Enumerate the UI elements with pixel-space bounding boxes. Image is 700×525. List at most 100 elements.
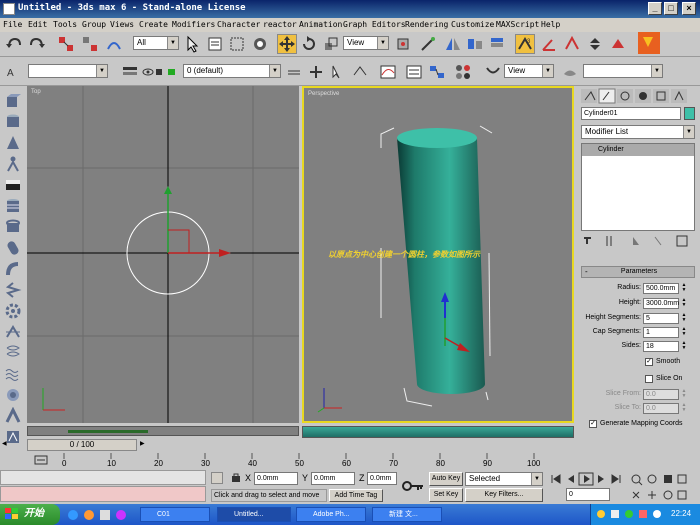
- cylinder-tool-icon[interactable]: [4, 113, 22, 131]
- select-and-scale-icon[interactable]: [321, 34, 341, 54]
- cone-tool-icon[interactable]: [4, 134, 22, 152]
- task-untitled[interactable]: Untitled...: [217, 507, 291, 522]
- plane-tool-icon[interactable]: [4, 176, 22, 194]
- parameters-rollout-header[interactable]: - Parameters: [581, 266, 695, 278]
- current-frame-field[interactable]: 0: [566, 488, 610, 501]
- stack-item-cylinder[interactable]: Cylinder: [582, 144, 694, 156]
- menu-character[interactable]: Character: [217, 20, 260, 29]
- menu-file[interactable]: File: [3, 20, 22, 29]
- menu-graph-editors[interactable]: Graph Editors: [343, 20, 406, 29]
- cap-segments-field[interactable]: 1: [643, 327, 679, 338]
- object-color-swatch[interactable]: [684, 107, 695, 120]
- slice-to-field[interactable]: 0.0: [643, 403, 679, 414]
- close-button[interactable]: ×: [682, 2, 696, 15]
- auto-key-button[interactable]: Auto Key: [429, 472, 463, 486]
- render-type-dropdown[interactable]: ▼: [583, 64, 663, 78]
- selection-lock-icon[interactable]: [211, 472, 223, 484]
- slice-to-spinner[interactable]: ▲ ▼: [681, 403, 687, 414]
- select-and-rotate-icon[interactable]: [299, 34, 319, 54]
- reference-coordinate-dropdown[interactable]: View ▼: [343, 36, 389, 50]
- capsule-tool-icon[interactable]: [4, 239, 22, 257]
- select-object-icon[interactable]: [183, 34, 203, 54]
- snaps-toggle-icon[interactable]: 3: [515, 34, 535, 54]
- key-selection-dropdown[interactable]: Selected ▼: [465, 472, 543, 486]
- sweep-tool-icon[interactable]: [4, 406, 22, 425]
- new-layer-icon[interactable]: [284, 62, 304, 82]
- lathe-tool-icon[interactable]: [4, 323, 22, 341]
- absolute-mode-icon[interactable]: [230, 472, 242, 484]
- percent-snap-icon[interactable]: [562, 34, 582, 54]
- maximize-button[interactable]: □: [664, 2, 678, 15]
- menu-customize[interactable]: Customize: [451, 20, 494, 29]
- unlink-icon[interactable]: [80, 34, 100, 54]
- cap-segments-spinner[interactable]: ▲ ▼: [681, 327, 687, 338]
- select-and-move-icon[interactable]: [277, 34, 297, 54]
- menu-maxscript[interactable]: MAXScript: [496, 20, 539, 29]
- key-icon[interactable]: [402, 480, 424, 492]
- window-crossing-icon[interactable]: [250, 34, 270, 54]
- height-field[interactable]: 3000.0mm: [643, 298, 679, 309]
- smooth-checkbox[interactable]: ✓: [645, 358, 653, 366]
- select-and-link-icon[interactable]: [56, 34, 76, 54]
- gear-tool-icon[interactable]: [4, 302, 22, 320]
- perspective-viewport[interactable]: Perspective 以原点为中心创建一个圆柱，参数如图所示: [302, 86, 574, 423]
- undo-icon[interactable]: [4, 34, 24, 54]
- mirror-icon[interactable]: [443, 34, 463, 54]
- layer-properties-icon[interactable]: [120, 62, 140, 82]
- modifier-list-dropdown[interactable]: Modifier List ▼: [581, 125, 695, 139]
- menu-rendering[interactable]: Rendering: [405, 20, 448, 29]
- spinner-snap-icon[interactable]: [585, 34, 605, 54]
- quick-render-small-icon[interactable]: [560, 62, 580, 82]
- select-in-layer-icon[interactable]: [328, 62, 348, 82]
- task-new-document[interactable]: 新建 文...: [372, 507, 442, 522]
- mini-curve-editor-icon[interactable]: ◀: [2, 440, 16, 450]
- task-c01[interactable]: C01: [140, 507, 210, 522]
- time-slider[interactable]: 0 / 100: [27, 439, 137, 451]
- menu-reactor[interactable]: reactor: [263, 20, 297, 29]
- curve-editor-icon[interactable]: [378, 62, 398, 82]
- menu-tools[interactable]: Tools: [53, 20, 77, 29]
- timeline-ruler[interactable]: 0 10 20 30 40 50 60 70 80 90 100: [27, 453, 577, 468]
- slice-from-field[interactable]: 0.0: [643, 389, 679, 400]
- sides-spinner[interactable]: ▲ ▼: [681, 341, 687, 352]
- schematic-view-icon[interactable]: [427, 62, 447, 82]
- task-adobe-photoshop[interactable]: Adobe Ph...: [296, 507, 366, 522]
- named-selection-icon[interactable]: A: [4, 62, 24, 82]
- material-editor-icon[interactable]: [453, 62, 473, 82]
- select-by-name-icon[interactable]: [205, 34, 225, 54]
- sides-field[interactable]: 18: [643, 341, 679, 352]
- manipulate-icon[interactable]: [418, 34, 438, 54]
- menu-modifiers[interactable]: Modifiers: [172, 20, 215, 29]
- rectangular-selection-icon[interactable]: [227, 34, 247, 54]
- layer-manager-icon[interactable]: [487, 34, 507, 54]
- object-name-field[interactable]: Cylinder01: [581, 107, 681, 120]
- layer-dropdown[interactable]: 0 (default) ▼: [183, 64, 281, 78]
- cylinder-stack-icon[interactable]: [4, 197, 22, 215]
- dope-sheet-icon[interactable]: [404, 62, 424, 82]
- ripple-tool-icon[interactable]: [4, 365, 22, 383]
- slice-on-checkbox[interactable]: [645, 375, 653, 383]
- menu-edit[interactable]: Edit: [28, 20, 47, 29]
- add-to-layer-icon[interactable]: [306, 62, 326, 82]
- figure-tool-icon[interactable]: [4, 155, 22, 173]
- menu-create[interactable]: Create: [139, 20, 168, 29]
- redo-icon[interactable]: [27, 34, 47, 54]
- render-setup-icon[interactable]: [483, 62, 503, 82]
- z-coordinate-field[interactable]: 0.0mm: [367, 472, 397, 485]
- quick-render-icon[interactable]: [638, 32, 660, 54]
- key-filters-button[interactable]: Key Filters...: [465, 488, 543, 502]
- box-tool-icon[interactable]: [4, 92, 22, 110]
- top-viewport[interactable]: Top: [27, 86, 299, 423]
- radius-spinner[interactable]: ▲ ▼: [681, 283, 687, 294]
- add-time-tag-button[interactable]: Add Time Tag: [329, 489, 383, 502]
- y-coordinate-field[interactable]: 0.0mm: [311, 472, 355, 485]
- menu-help[interactable]: Help: [541, 20, 560, 29]
- maxscript-listener-top[interactable]: [0, 470, 206, 485]
- set-key-button[interactable]: Set Key: [429, 488, 463, 502]
- named-selection-dropdown[interactable]: ▼: [28, 64, 108, 78]
- helix-tool-icon[interactable]: [4, 344, 22, 362]
- bind-space-warp-icon[interactable]: [104, 34, 124, 54]
- set-current-layer-icon[interactable]: [350, 62, 370, 82]
- height-segments-field[interactable]: 5: [643, 313, 679, 324]
- minimize-button[interactable]: _: [648, 2, 662, 15]
